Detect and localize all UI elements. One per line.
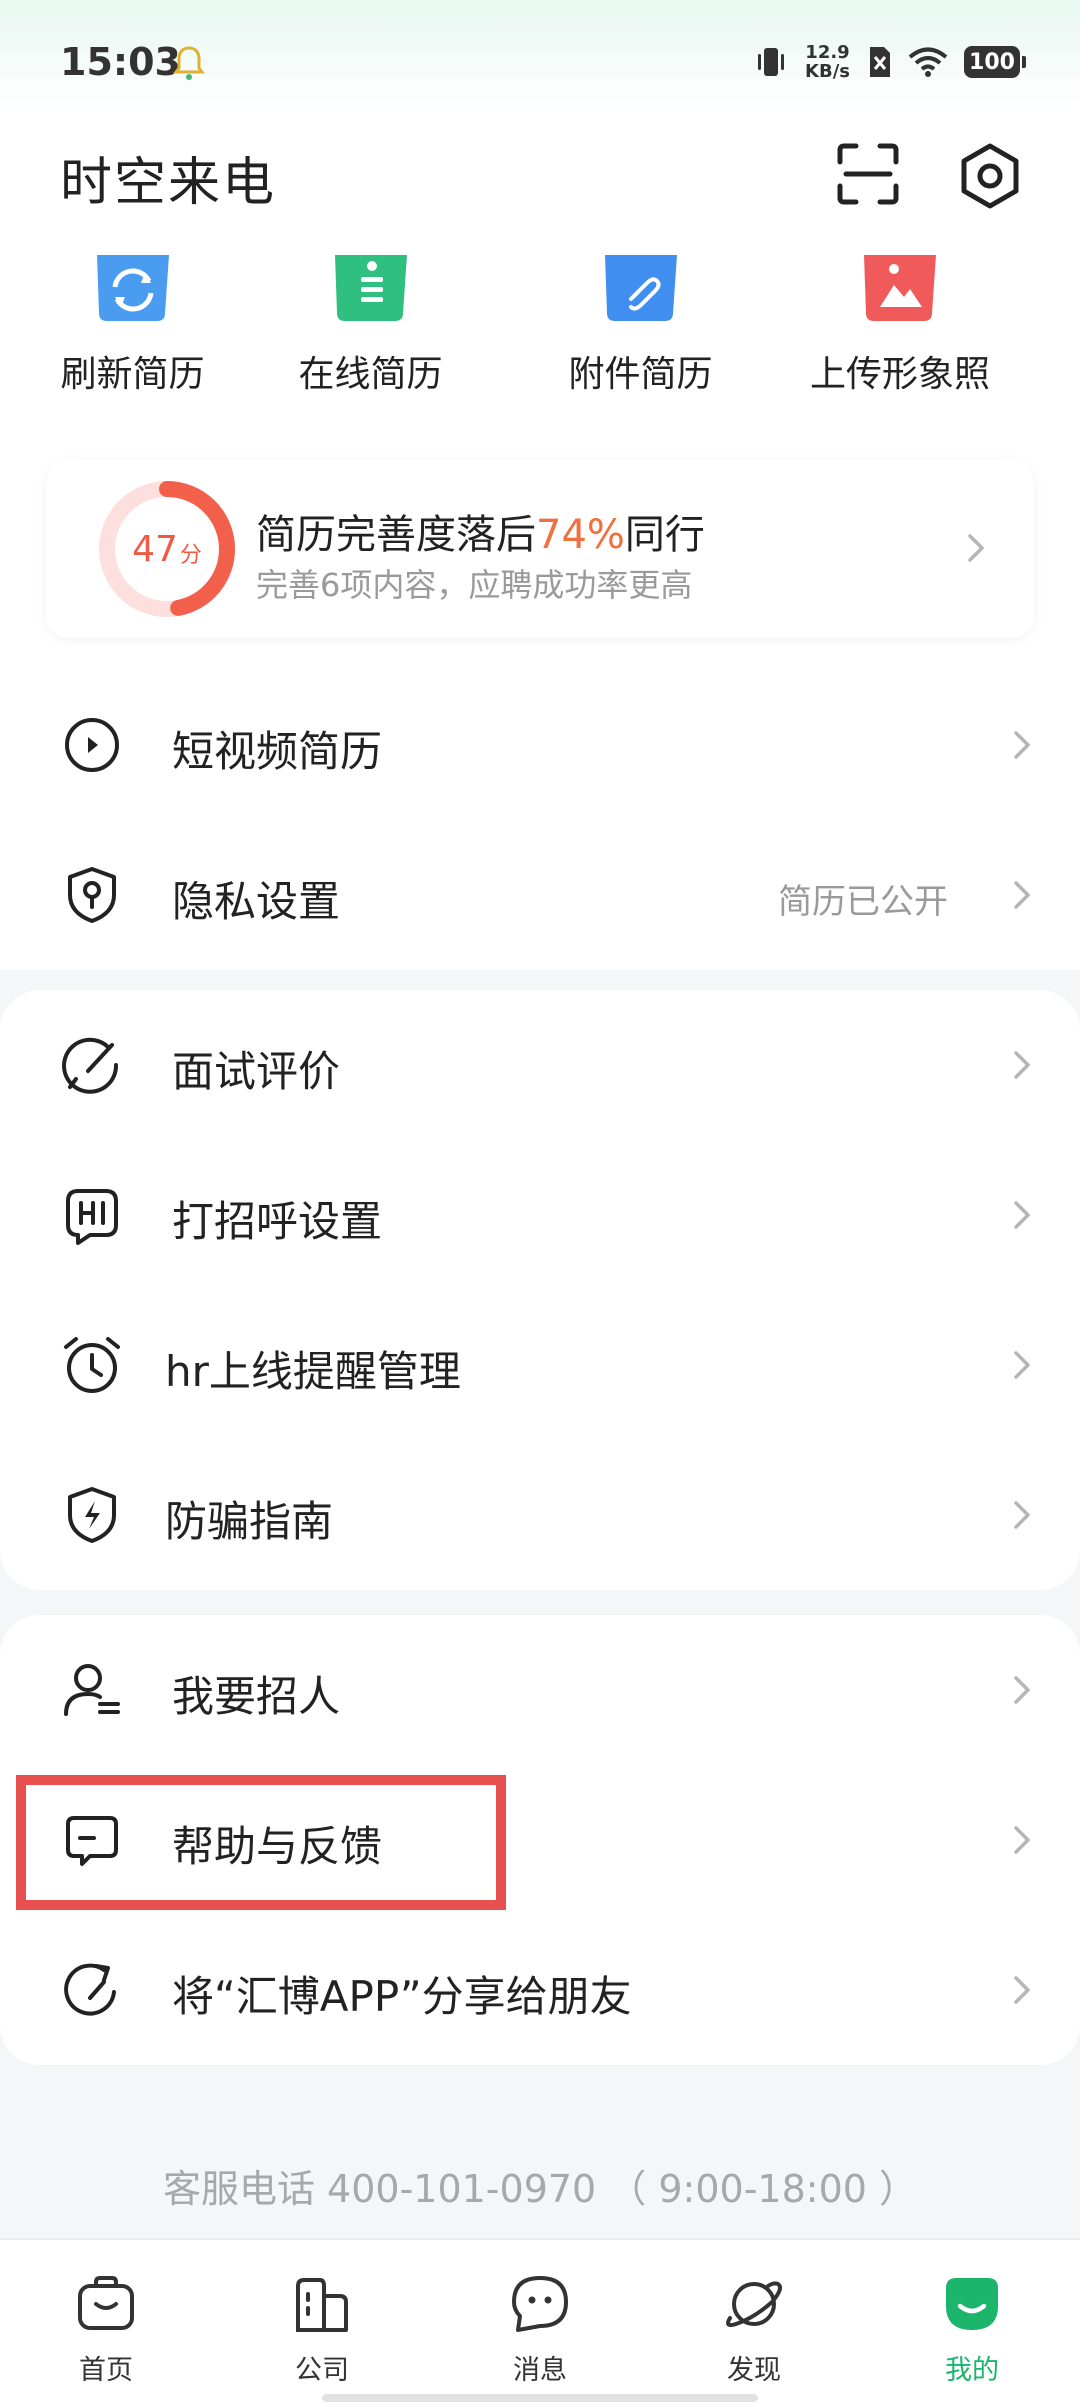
planet-icon: [726, 2281, 782, 2328]
menu-item-video-resume[interactable]: 短视频简历: [0, 670, 1080, 820]
nav-tab-messages[interactable]: 消息: [480, 2272, 600, 2387]
bottom-navigation: 首页 公司 消息 发现 我的: [0, 2238, 1080, 2408]
chevron-right-icon: [1014, 1826, 1030, 1854]
menu-item-recruit[interactable]: 我要招人: [0, 1615, 1080, 1765]
share-refresh-icon: [64, 1963, 116, 2016]
nav-tab-home[interactable]: 首页: [46, 2272, 166, 2387]
resume-completion-card[interactable]: 47 分 简历完善度落后74%同行 完善6项内容，应聘成功率更高: [46, 460, 1034, 638]
chevron-right-icon: [1014, 1676, 1030, 1704]
menu-item-share-app[interactable]: 将“汇博APP”分享给朋友: [0, 1915, 1080, 2065]
user-recruit-icon: [64, 1664, 120, 1716]
no-sim-icon: [870, 47, 890, 77]
chevron-right-icon: [1014, 1201, 1030, 1229]
quick-action-attachment-resume[interactable]: 附件简历: [568, 255, 713, 397]
menu-item-greeting-settings[interactable]: 打招呼设置: [0, 1140, 1080, 1290]
message-bubble-icon: [512, 2276, 568, 2332]
chevron-right-icon: [1014, 1351, 1030, 1379]
chevron-right-icon: [968, 534, 984, 562]
upload-photo-icon: [864, 255, 936, 321]
status-time: 15:03: [60, 40, 181, 84]
nav-tab-company[interactable]: 公司: [262, 2272, 382, 2387]
privacy-shield-icon: [68, 867, 116, 923]
edit-comment-icon: [62, 1037, 119, 1094]
chevron-right-icon: [1014, 731, 1030, 759]
nav-tab-discover[interactable]: 发现: [694, 2272, 814, 2387]
network-speed: 12.9 KB/s: [805, 42, 850, 82]
chevron-right-icon: [1014, 1501, 1030, 1529]
battery-indicator: 100: [964, 46, 1026, 78]
page-title: 时空来电: [60, 153, 277, 213]
hi-bubble-icon: [66, 1189, 118, 1245]
resume-card-subtitle: 完善6项内容，应聘成功率更高: [256, 566, 693, 604]
building-icon: [296, 2278, 348, 2332]
home-bag-icon: [78, 2276, 134, 2330]
menu-section-resume: 短视频简历 隐私设置 简历已公开: [0, 670, 1080, 970]
shield-lightning-icon: [68, 1487, 116, 1543]
chevron-right-icon: [1014, 1051, 1030, 1079]
menu-item-privacy-settings[interactable]: 隐私设置 简历已公开: [0, 820, 1080, 970]
customer-service-phone[interactable]: 客服电话 400-101-0970 （ 9:00-18:00 ）: [0, 2158, 1080, 2213]
menu-section-job-tools: 面试评价 打招呼设置 hr上线提醒管理 防骗指南: [0, 990, 1080, 1590]
play-circle-icon: [65, 718, 119, 772]
quick-action-upload-photo[interactable]: 上传形象照: [808, 255, 992, 397]
menu-item-anti-fraud-guide[interactable]: 防骗指南: [0, 1440, 1080, 1590]
lag-percentage: 74%: [536, 512, 625, 558]
chevron-right-icon: [1014, 881, 1030, 909]
online-resume-icon: [334, 255, 407, 321]
resume-score-unit: 分: [179, 543, 202, 568]
wifi-icon: [908, 47, 948, 77]
quick-action-online-resume[interactable]: 在线简历: [298, 255, 443, 397]
alarm-clock-icon: [64, 1337, 120, 1393]
resume-score: 47: [132, 528, 178, 570]
chevron-right-icon: [1014, 1976, 1030, 2004]
notification-bell-icon: [173, 46, 205, 80]
vibrate-icon: [758, 48, 785, 76]
scan-icon[interactable]: [834, 140, 902, 208]
home-indicator: [322, 2394, 758, 2402]
profile-smile-icon: [946, 2278, 998, 2330]
resume-card-title: 简历完善度落后74%同行: [256, 512, 705, 558]
status-bar: 15:03 12.9 KB/s 100: [0, 0, 1080, 120]
attachment-resume-icon: [604, 255, 677, 321]
menu-item-interview-review[interactable]: 面试评价: [0, 990, 1080, 1140]
status-icons: 12.9 KB/s 100: [753, 40, 1026, 84]
menu-item-hr-online-reminder[interactable]: hr上线提醒管理: [0, 1290, 1080, 1440]
resume-score-ring: 47 分: [92, 474, 242, 624]
refresh-resume-icon: [96, 255, 169, 321]
quick-action-refresh-resume[interactable]: 刷新简历: [60, 255, 205, 397]
highlight-box: [16, 1775, 506, 1910]
settings-icon[interactable]: [954, 140, 1026, 212]
quick-actions: 刷新简历 在线简历 附件简历 上传形象照: [0, 255, 1080, 405]
nav-tab-mine[interactable]: 我的: [912, 2272, 1032, 2387]
privacy-status: 简历已公开: [778, 882, 948, 922]
